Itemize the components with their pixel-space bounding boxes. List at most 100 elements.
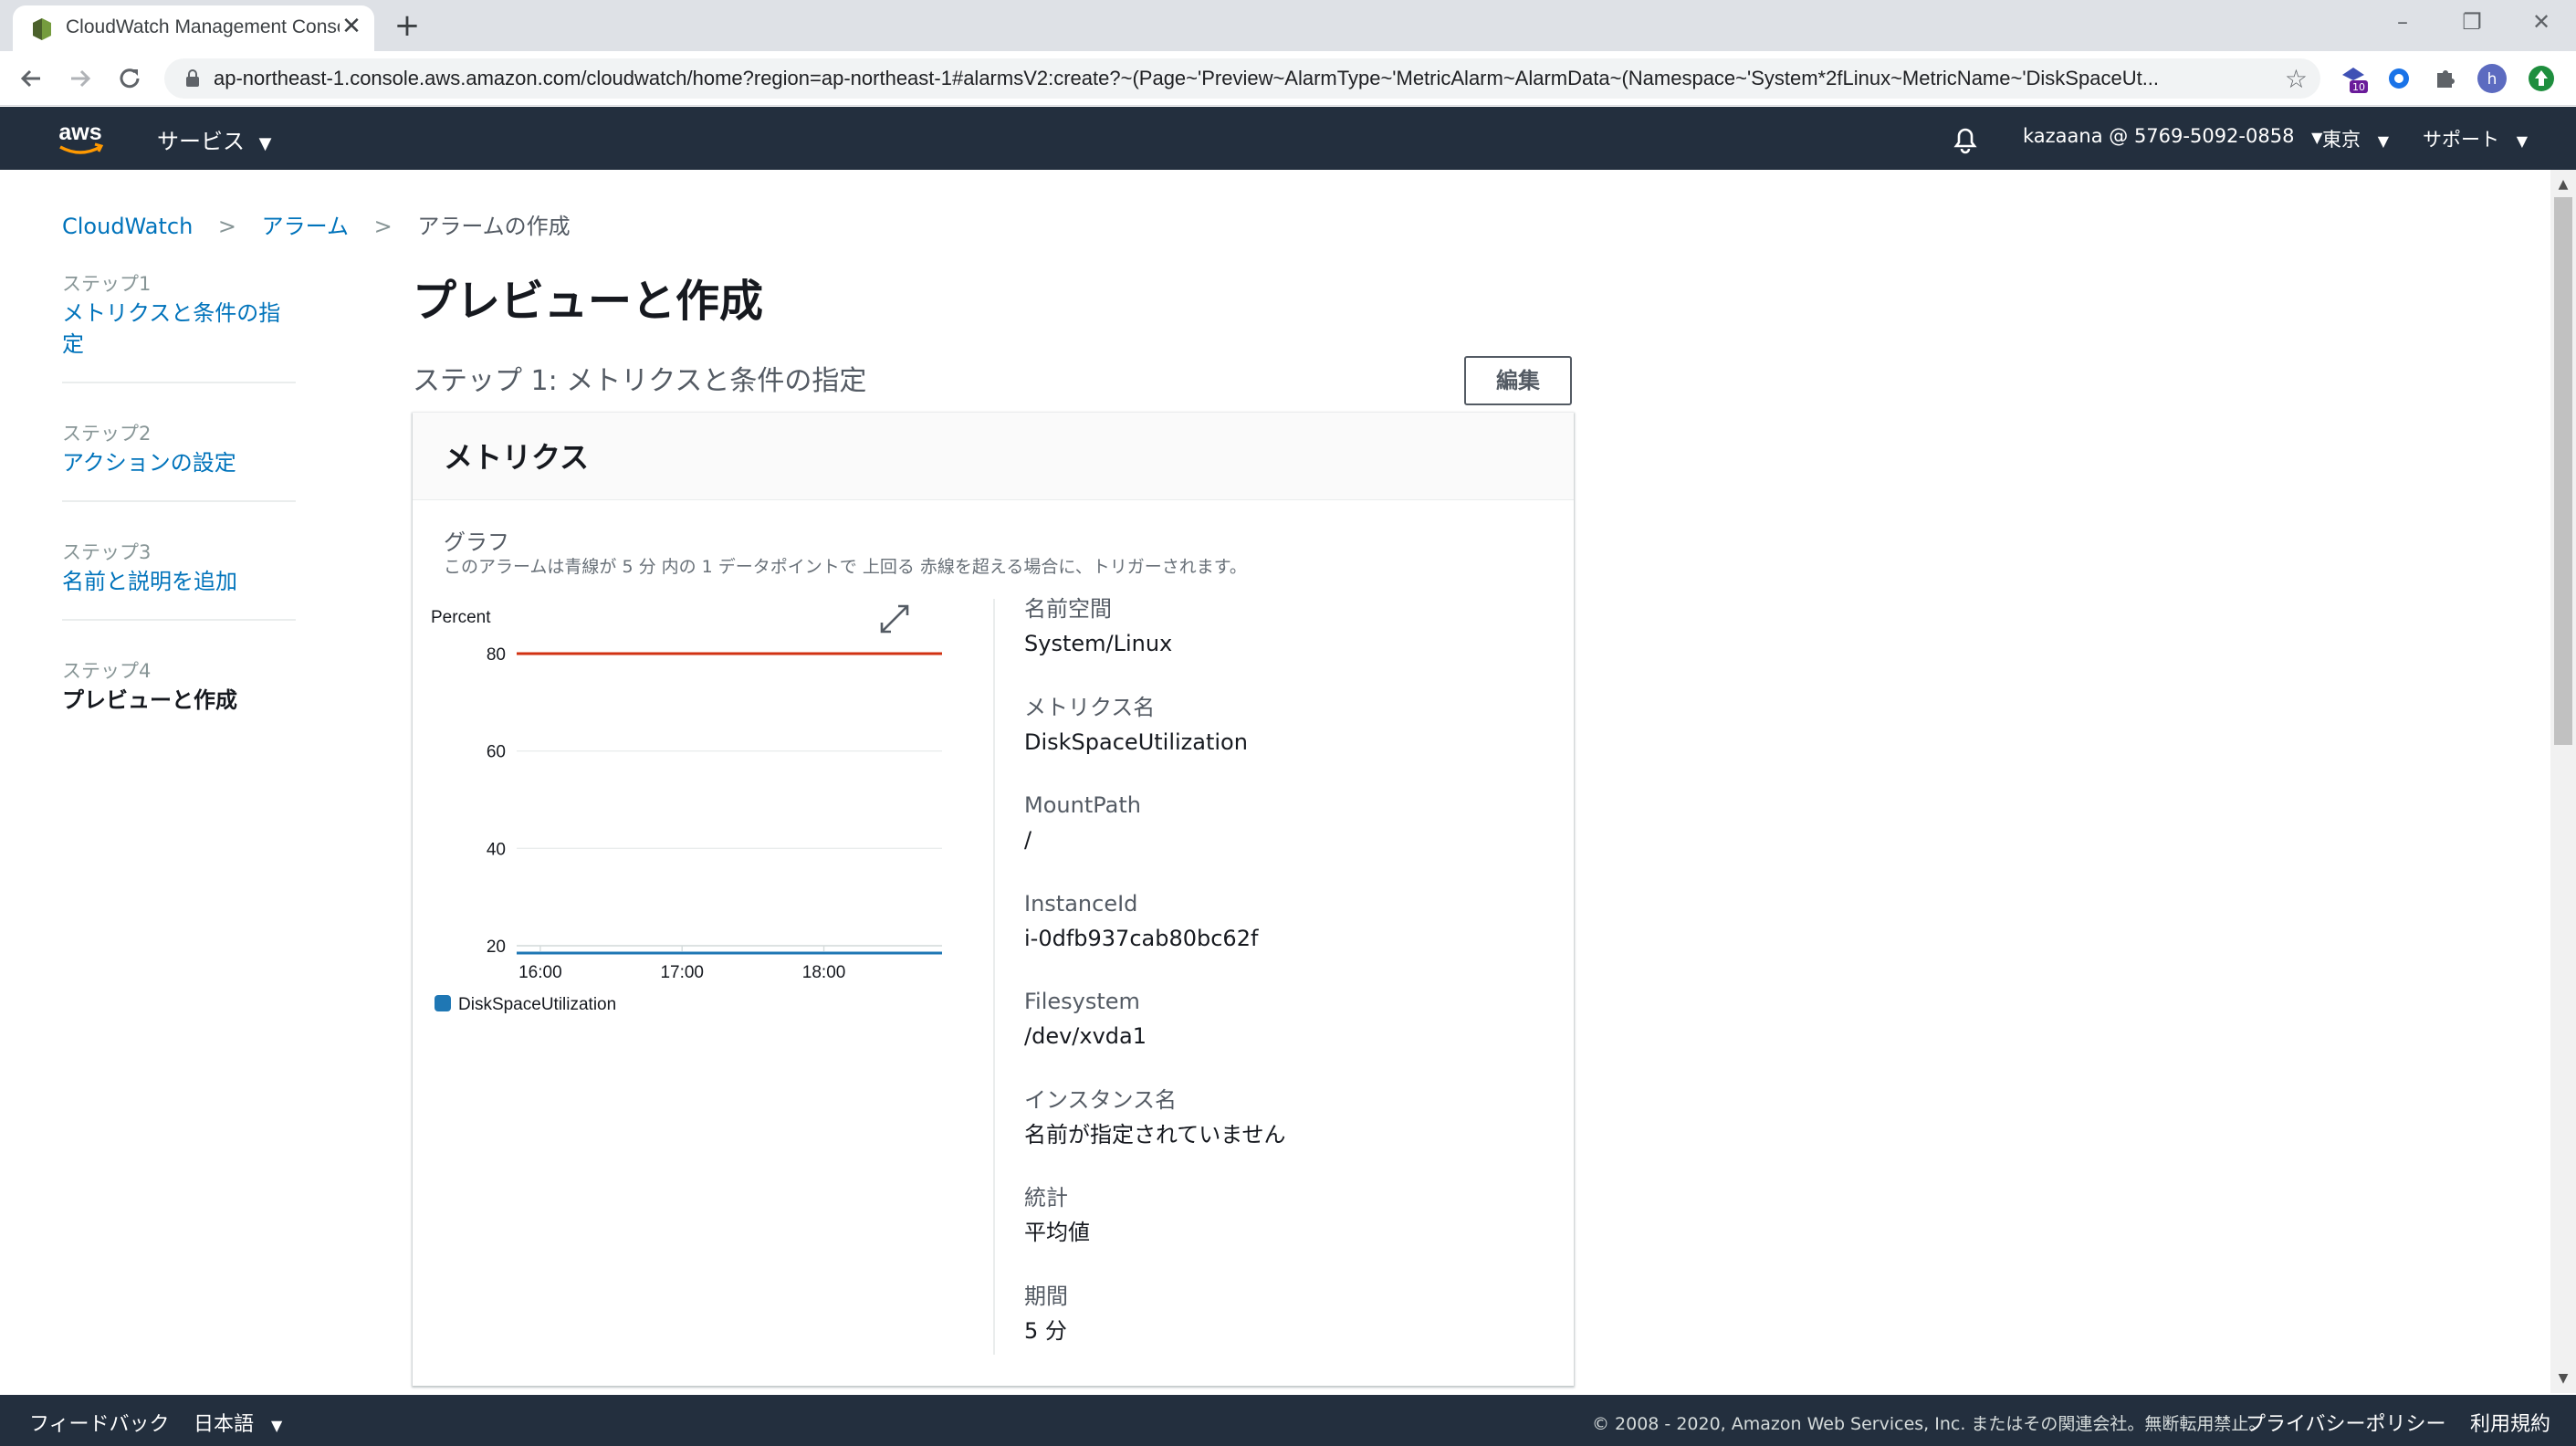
expand-icon[interactable]	[880, 604, 909, 634]
address-bar[interactable]: ap-northeast-1.console.aws.amazon.com/cl…	[164, 58, 2320, 99]
support-menu[interactable]: サポート ▼	[2423, 125, 2528, 152]
language-label: 日本語	[194, 1413, 255, 1436]
y-tick-label: 20	[487, 938, 506, 957]
wizard-step-3: ステップ3 名前と説明を追加	[62, 539, 296, 621]
puzzle-extensions-icon[interactable]	[2428, 62, 2461, 95]
wizard-step-1: ステップ1 メトリクスと条件の指定	[62, 270, 296, 383]
graph-label: グラフ	[444, 529, 509, 555]
y-tick-label: 60	[487, 743, 506, 762]
wizard-step-2: ステップ2 アクションの設定	[62, 420, 296, 502]
language-selector[interactable]: 日本語 ▼	[194, 1408, 282, 1437]
step-number: ステップ1	[62, 273, 152, 295]
region-menu[interactable]: 東京 ▼	[2322, 125, 2389, 152]
url-text: ap-northeast-1.console.aws.amazon.com/cl…	[214, 67, 2160, 89]
account-menu[interactable]: kazaana @ 5769-5092-0858 ▼	[2023, 125, 2322, 147]
browser-tab[interactable]: CloudWatch Management Conso ✕	[13, 5, 374, 51]
wizard-step-4: ステップ4 プレビューと作成	[62, 657, 296, 738]
extension-badge-icon[interactable]: 10	[2337, 62, 2370, 95]
reload-icon[interactable]	[113, 62, 146, 95]
breadcrumb-alarms[interactable]: アラーム	[262, 214, 349, 239]
detail-instance-name: インスタンス名 名前が指定されていません	[1024, 1083, 1535, 1181]
step-link-specify-metric[interactable]: メトリクスと条件の指定	[62, 298, 296, 360]
x-tick-label: 18:00	[802, 963, 846, 982]
chevron-down-icon: ▼	[2311, 129, 2323, 146]
scrollbar-thumb[interactable]	[2554, 197, 2572, 745]
bookmark-star-icon[interactable]: ☆	[2285, 64, 2308, 94]
chevron-down-icon: ▼	[2377, 132, 2389, 150]
y-tick-label: 40	[487, 840, 506, 859]
aws-logo-icon[interactable]: aws	[53, 116, 108, 162]
scroll-down-icon[interactable]: ▼	[2554, 1369, 2572, 1388]
feedback-link[interactable]: フィードバック	[29, 1408, 170, 1437]
metric-chart: Percent 80 60 40 20 16:00 17:00 18:00 DiskSpaceU…	[431, 604, 942, 1014]
detail-value: DiskSpaceUtilization	[1024, 728, 1248, 755]
breadcrumb-create-alarm: アラームの作成	[417, 214, 571, 239]
detail-value: /dev/xvda1	[1024, 1023, 1147, 1049]
aws-console-header: aws サービス ▼ kazaana @ 5769-5092-0858 ▼ 東京…	[0, 107, 2576, 170]
copyright-text: © 2008 - 2020, Amazon Web Services, Inc.…	[1592, 1414, 2267, 1434]
step-link-add-name[interactable]: 名前と説明を追加	[62, 566, 296, 597]
page-title: プレビューと作成	[413, 276, 764, 327]
detail-filesystem: Filesystem /dev/xvda1	[1024, 984, 1535, 1083]
restore-icon[interactable]: ❐	[2454, 5, 2490, 38]
breadcrumb: CloudWatch > アラーム > アラームの作成	[62, 208, 571, 240]
services-menu[interactable]: サービス ▼	[157, 123, 271, 155]
detail-value: System/Linux	[1024, 631, 1173, 656]
detail-value: i-0dfb937cab80bc62f	[1024, 925, 1259, 951]
step-number: ステップ3	[62, 541, 152, 563]
chevron-down-icon: ▼	[271, 1417, 283, 1434]
close-window-icon[interactable]: ✕	[2523, 5, 2560, 38]
detail-value: /	[1024, 827, 1032, 853]
services-label: サービス	[157, 129, 245, 154]
chevron-down-icon: ▼	[2516, 132, 2528, 150]
detail-instance-id: InstanceId i-0dfb937cab80bc62f	[1024, 886, 1535, 985]
profile-initial: h	[2487, 70, 2497, 89]
breadcrumb-cloudwatch[interactable]: CloudWatch	[62, 214, 193, 239]
step-current-preview: プレビューと作成	[62, 687, 237, 713]
new-tab-icon[interactable]: +	[391, 9, 424, 42]
chevron-down-icon: ▼	[258, 134, 272, 153]
step-number: ステップ4	[62, 660, 152, 682]
back-icon[interactable]	[15, 62, 47, 95]
tab-title: CloudWatch Management Conso	[66, 16, 340, 37]
step-link-configure-actions[interactable]: アクションの設定	[62, 447, 296, 478]
wizard-steps: ステップ1 メトリクスと条件の指定 ステップ2 アクションの設定 ステップ3 名…	[62, 270, 296, 774]
aws-footer: フィードバック 日本語 ▼ © 2008 - 2020, Amazon Web …	[0, 1395, 2576, 1446]
notifications-bell-icon[interactable]	[1950, 122, 1981, 155]
detail-key: 期間	[1024, 1283, 1068, 1309]
browser-tab-strip: CloudWatch Management Conso ✕ + – ❐ ✕	[0, 0, 2576, 51]
minimize-icon[interactable]: –	[2384, 5, 2421, 38]
step-number: ステップ2	[62, 423, 152, 445]
section-title: ステップ 1: メトリクスと条件の指定	[413, 365, 867, 397]
graph-description: このアラームは青線が 5 分 内の 1 データポイントで 上回る 赤線を超える場…	[444, 557, 1247, 577]
lock-icon	[186, 69, 199, 87]
terms-link[interactable]: 利用規約	[2470, 1408, 2550, 1437]
privacy-policy-link[interactable]: プライバシーポリシー	[2246, 1408, 2446, 1437]
extension-icon[interactable]	[2382, 62, 2415, 95]
forward-icon[interactable]	[64, 62, 97, 95]
profile-avatar[interactable]: h	[2476, 62, 2508, 95]
panel-divider	[993, 599, 995, 1355]
cloudwatch-favicon-icon	[33, 18, 51, 40]
chevron-right-icon: >	[217, 214, 237, 239]
detail-mount-path: MountPath /	[1024, 788, 1535, 886]
detail-value: 名前が指定されていません	[1024, 1121, 1286, 1147]
detail-key: InstanceId	[1024, 890, 1138, 917]
support-label: サポート	[2423, 129, 2499, 151]
region-label: 東京	[2322, 129, 2361, 151]
legend-swatch	[435, 995, 451, 1011]
extension-badge-count: 10	[2352, 81, 2365, 93]
detail-statistic: 統計 平均値	[1024, 1180, 1535, 1279]
edit-button[interactable]: 編集	[1464, 356, 1572, 405]
detail-key: メトリクス名	[1024, 694, 1156, 720]
browser-toolbar: ap-northeast-1.console.aws.amazon.com/cl…	[0, 51, 2576, 106]
metrics-panel: メトリクス グラフ このアラームは青線が 5 分 内の 1 データポイントで 上…	[413, 413, 1574, 1386]
metric-details: 名前空間 System/Linux メトリクス名 DiskSpaceUtiliz…	[1024, 592, 1535, 1377]
update-icon[interactable]	[2525, 62, 2558, 95]
detail-key: インスタンス名	[1024, 1086, 1178, 1113]
legend-label: DiskSpaceUtilization	[458, 995, 616, 1014]
panel-title: メトリクス	[444, 440, 590, 475]
x-tick-label: 17:00	[660, 963, 704, 982]
close-tab-icon[interactable]: ✕	[338, 13, 365, 40]
scroll-up-icon[interactable]: ▲	[2554, 175, 2572, 194]
